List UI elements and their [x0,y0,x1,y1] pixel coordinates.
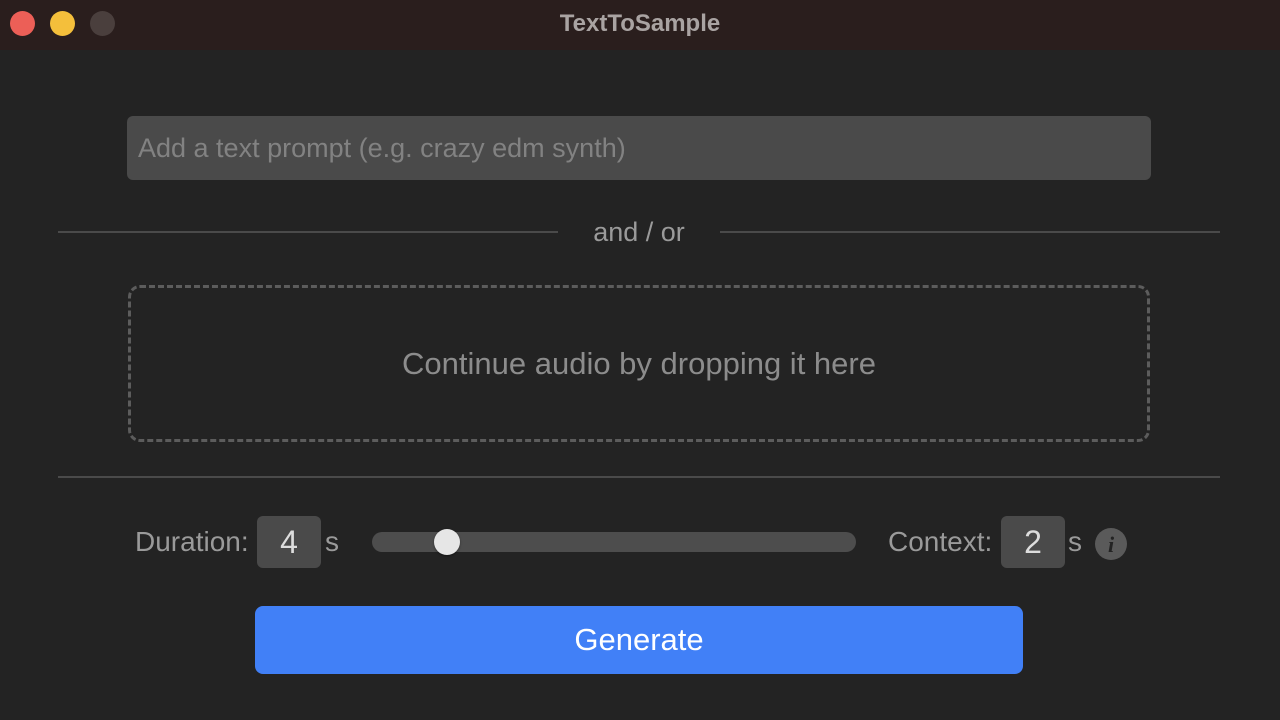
audio-drop-zone[interactable]: Continue audio by dropping it here [128,285,1150,442]
separator-line-right [720,231,1220,233]
app-window: TextToSample and / or Continue audio by … [0,0,1280,720]
zoom-window-button[interactable] [90,11,115,36]
text-prompt-input[interactable] [127,116,1151,180]
info-icon[interactable]: i [1095,528,1127,560]
close-window-button[interactable] [10,11,35,36]
svg-text:i: i [1108,532,1115,557]
duration-input[interactable]: 4 [257,516,321,568]
separator-label: and / or [593,217,685,247]
duration-slider[interactable] [372,529,856,555]
title-bar[interactable]: TextToSample [0,0,1280,50]
separator-line-left [58,231,558,233]
section-divider [58,476,1220,478]
duration-label: Duration: [135,526,249,557]
duration-unit: s [325,526,339,557]
slider-thumb[interactable] [434,529,461,555]
minimize-window-button[interactable] [50,11,75,36]
context-unit: s [1068,526,1082,557]
context-label: Context: [888,526,993,557]
window-title: TextToSample [559,10,721,37]
drop-zone-label: Continue audio by dropping it here [402,345,876,381]
generate-button[interactable]: Generate [255,606,1023,674]
context-input[interactable]: 2 [1001,516,1065,568]
